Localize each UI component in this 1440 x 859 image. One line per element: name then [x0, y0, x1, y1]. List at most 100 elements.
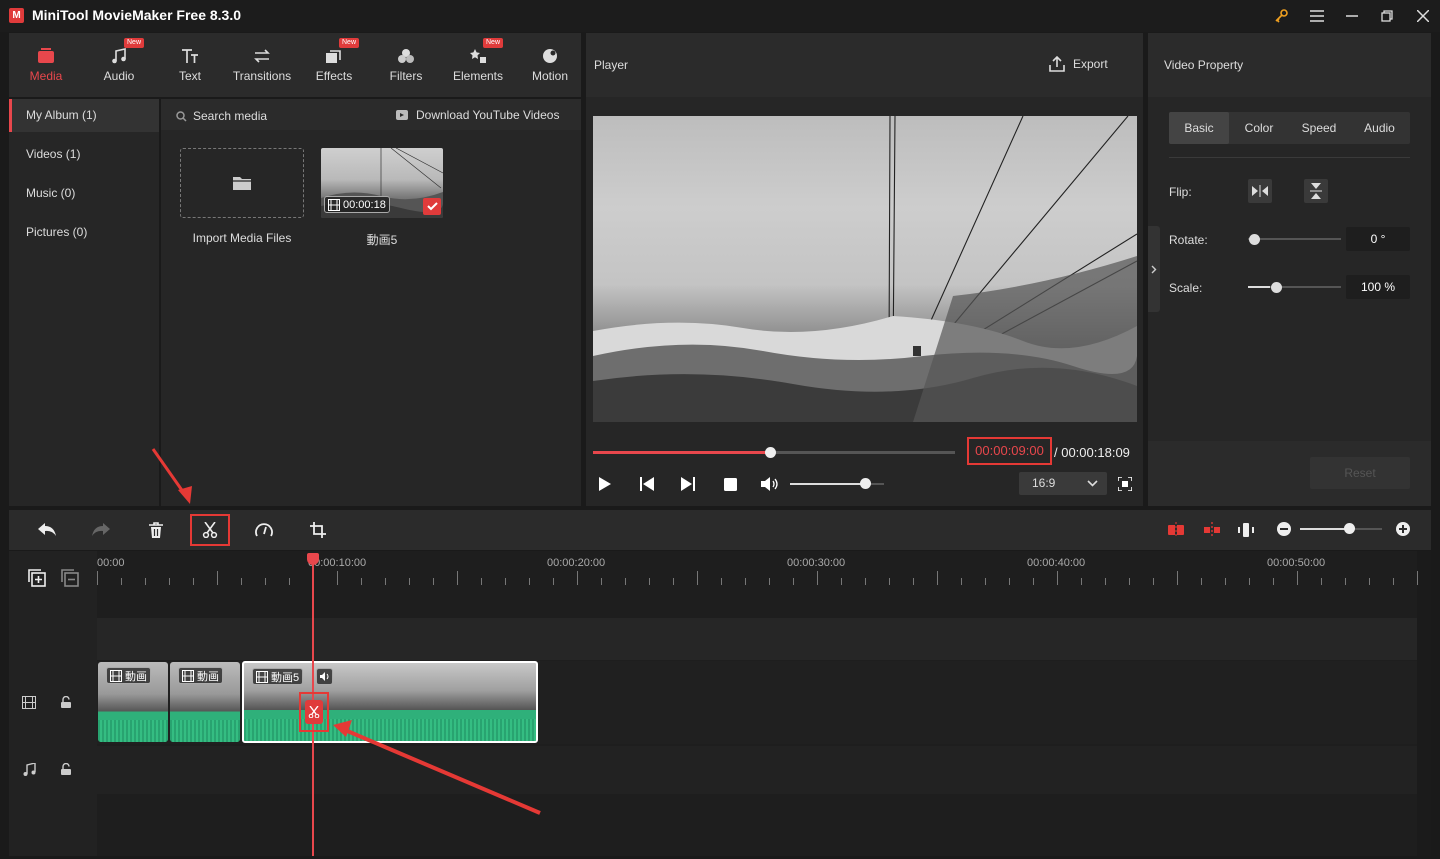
- export-icon: [1049, 56, 1065, 72]
- lock-video-track-icon[interactable]: [57, 694, 75, 710]
- rotate-input[interactable]: 0 °: [1346, 227, 1410, 251]
- timeline-ruler[interactable]: 00:00 00:00:10:00 00:00:20:00 00:00:30:0…: [97, 553, 1418, 589]
- undo-button[interactable]: [36, 520, 58, 540]
- timeline-clip[interactable]: 動画: [170, 662, 240, 742]
- rotate-slider-knob[interactable]: [1249, 234, 1260, 245]
- sidebar-item-music[interactable]: Music (0): [9, 177, 159, 210]
- split-button[interactable]: [190, 514, 230, 546]
- next-frame-button[interactable]: [679, 475, 697, 493]
- audio-mix-icon: [1238, 523, 1254, 537]
- tab-audio-label: Audio: [103, 68, 135, 83]
- empty-track: [97, 618, 1417, 660]
- tab-media[interactable]: Media: [11, 33, 81, 97]
- remove-track-button[interactable]: [60, 568, 80, 588]
- reset-button[interactable]: Reset: [1310, 457, 1410, 489]
- export-button[interactable]: Export: [1049, 56, 1108, 72]
- current-time: 00:00:09:00: [967, 437, 1052, 465]
- elements-icon: [470, 48, 486, 63]
- ruler-tick: [913, 578, 914, 585]
- rotate-slider-track[interactable]: [1248, 238, 1341, 240]
- download-youtube-button[interactable]: Download YouTube Videos: [395, 108, 559, 122]
- audio-mix-toggle[interactable]: [1236, 520, 1256, 540]
- redo-button[interactable]: [90, 520, 112, 540]
- sidebar-item-videos[interactable]: Videos (1): [9, 138, 159, 171]
- total-time: / 00:00:18:09: [1054, 445, 1130, 460]
- stop-button[interactable]: [721, 475, 739, 493]
- motion-icon: [543, 48, 557, 63]
- clip-label: 動画: [106, 667, 151, 684]
- ruler-tick: [1081, 578, 1082, 585]
- clip-name: 動画: [197, 670, 219, 683]
- speed-button[interactable]: [253, 520, 275, 540]
- menu-icon[interactable]: [1304, 4, 1330, 28]
- flip-horizontal-button[interactable]: [1248, 179, 1272, 203]
- timeline-clip[interactable]: 動画: [98, 662, 168, 742]
- tab-effects[interactable]: New Effects: [299, 33, 369, 97]
- scale-input[interactable]: 100 %: [1346, 275, 1410, 299]
- minimize-button[interactable]: [1339, 4, 1365, 28]
- tab-color[interactable]: Color: [1229, 112, 1289, 144]
- tab-filters[interactable]: Filters: [371, 33, 441, 97]
- media-icon: [38, 47, 54, 63]
- playhead-scissors-button[interactable]: [305, 700, 323, 724]
- ruler-tick: [625, 578, 626, 585]
- clip-volume-icon[interactable]: [316, 668, 333, 685]
- ruler-tick: [433, 578, 434, 585]
- previous-frame-button[interactable]: [638, 475, 656, 493]
- zoom-in-button[interactable]: [1396, 522, 1410, 536]
- flip-vertical-button[interactable]: [1304, 179, 1328, 203]
- ruler-tick: [1345, 578, 1346, 585]
- close-button[interactable]: [1410, 4, 1436, 28]
- search-media[interactable]: Search media: [176, 109, 267, 123]
- split-marker-toggle[interactable]: [1202, 520, 1222, 540]
- ruler-tick: [1009, 578, 1010, 585]
- tab-basic[interactable]: Basic: [1169, 112, 1229, 144]
- media-clip-thumbnail[interactable]: 00:00:18: [321, 148, 443, 218]
- minus-icon: [1280, 528, 1288, 530]
- tab-elements-label: Elements: [452, 68, 504, 83]
- tab-text[interactable]: Text: [155, 33, 225, 97]
- film-icon: [256, 670, 268, 683]
- audio-waveform: [170, 720, 240, 742]
- audio-icon: [112, 47, 126, 63]
- tab-audio-property[interactable]: Audio: [1349, 112, 1410, 144]
- ruler-tick: [745, 578, 746, 585]
- maximize-button[interactable]: [1374, 4, 1400, 28]
- import-media-button[interactable]: [180, 148, 304, 218]
- video-preview[interactable]: [593, 116, 1137, 422]
- lock-audio-track-icon[interactable]: [57, 761, 75, 777]
- tab-elements[interactable]: New Elements: [443, 33, 513, 97]
- timeline-scrollbar[interactable]: [1417, 551, 1431, 856]
- aspect-ratio-select[interactable]: 16:9: [1019, 472, 1107, 495]
- key-icon[interactable]: [1268, 4, 1294, 28]
- clip-label: 動画5: [252, 668, 304, 685]
- speedometer-icon: [255, 523, 273, 537]
- album-sidebar: My Album (1) Videos (1) Music (0) Pictur…: [9, 99, 159, 506]
- transitions-icon: [254, 48, 270, 63]
- aspect-ratio-value: 16:9: [1032, 476, 1056, 490]
- crop-button[interactable]: [307, 520, 329, 540]
- ruler-label: 00:00: [97, 557, 125, 569]
- play-button[interactable]: [596, 475, 614, 493]
- scissors-icon: [308, 706, 320, 718]
- add-track-button[interactable]: [27, 568, 47, 588]
- tab-audio[interactable]: New Audio: [84, 33, 154, 97]
- ruler-tick: [217, 571, 218, 585]
- flip-vertical-icon: [1310, 183, 1322, 199]
- snap-toggle[interactable]: [1166, 520, 1186, 540]
- scale-slider-knob[interactable]: [1270, 282, 1282, 293]
- fullscreen-button[interactable]: [1116, 475, 1134, 493]
- volume-button[interactable]: [760, 475, 780, 493]
- timeline-clip-selected[interactable]: 動画5: [242, 661, 538, 743]
- collapse-panel-button[interactable]: [1148, 226, 1160, 312]
- trash-icon: [149, 522, 163, 538]
- tab-motion[interactable]: Motion: [515, 33, 585, 97]
- tab-speed[interactable]: Speed: [1289, 112, 1349, 144]
- zoom-out-button[interactable]: [1277, 522, 1291, 536]
- tab-transitions[interactable]: Transitions: [227, 33, 297, 97]
- ruler-tick: [721, 578, 722, 585]
- ruler-label: 00:00:40:00: [1027, 557, 1086, 569]
- delete-button[interactable]: [145, 520, 167, 540]
- sidebar-item-my-album[interactable]: My Album (1): [9, 99, 159, 132]
- sidebar-item-pictures[interactable]: Pictures (0): [9, 216, 159, 249]
